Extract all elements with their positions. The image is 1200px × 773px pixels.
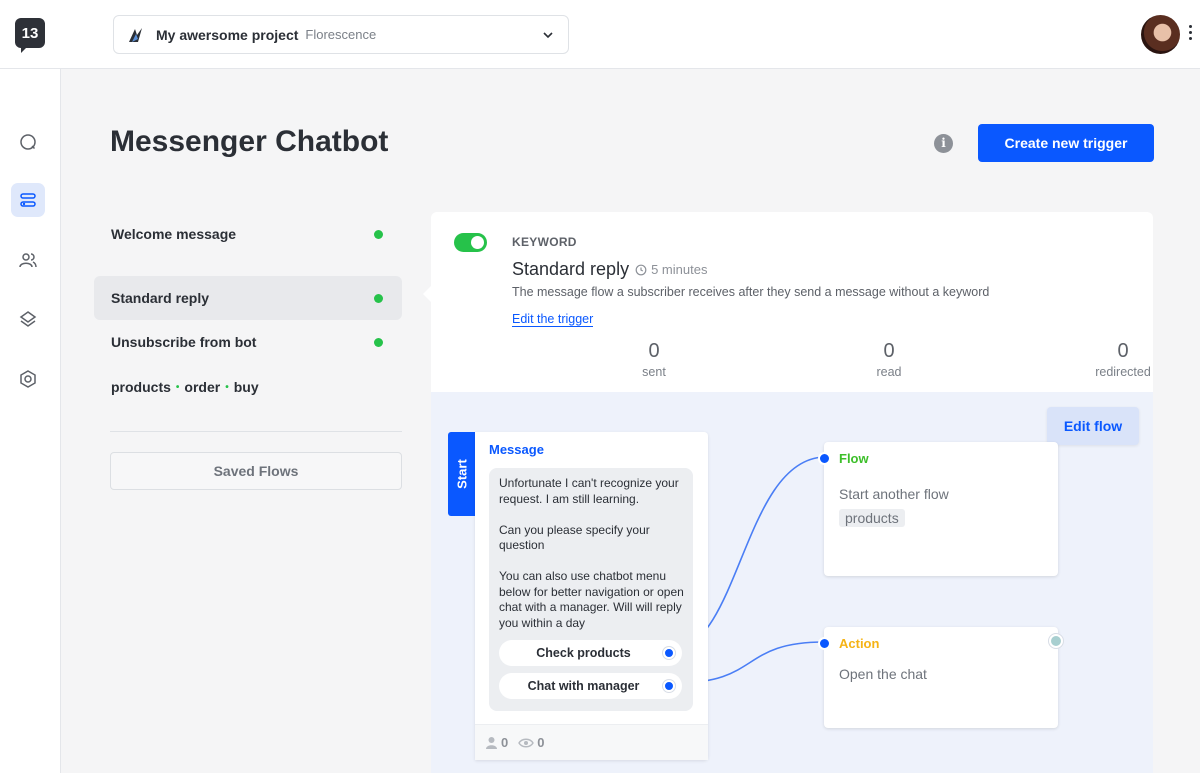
input-port[interactable] [818, 452, 831, 465]
eye-icon [518, 738, 535, 747]
message-bubble: Unfortunate I can't recognize your reque… [489, 468, 693, 711]
user-icon [486, 737, 497, 749]
quick-reply-chat-with-manager[interactable]: Chat with manager [499, 673, 682, 699]
message-text: Unfortunate I can't recognize your reque… [499, 476, 684, 630]
flow-node[interactable]: Flow Start another flow products [818, 442, 1058, 576]
views-count: 0 [518, 735, 544, 750]
action-node-title: Action [839, 636, 880, 651]
edit-flow-button[interactable]: Edit flow [1047, 407, 1139, 445]
message-node[interactable]: Message Unfortunate I can't recognize yo… [475, 432, 708, 760]
quick-reply-label: Chat with manager [527, 679, 640, 693]
output-port[interactable] [663, 647, 675, 659]
message-node-title: Message [489, 442, 544, 457]
output-port[interactable] [663, 680, 675, 692]
subscribers-count-value: 0 [501, 735, 509, 750]
flow-node-title: Flow [839, 451, 869, 466]
action-output-port[interactable] [1049, 634, 1063, 648]
subscribers-count: 0 [485, 735, 508, 750]
flow-tag: products [839, 509, 905, 527]
views-count-value: 0 [537, 735, 545, 750]
message-node-footer: 0 0 [475, 724, 708, 760]
action-node-body: Open the chat [839, 666, 927, 682]
quick-reply-label: Check products [536, 646, 631, 660]
quick-reply-check-products[interactable]: Check products [499, 640, 682, 666]
flow-node-body: Start another flow [839, 486, 949, 502]
action-node[interactable]: Action Open the chat [818, 627, 1058, 728]
input-port[interactable] [818, 637, 831, 650]
start-marker: Start [448, 432, 475, 516]
start-label: Start [454, 459, 469, 489]
